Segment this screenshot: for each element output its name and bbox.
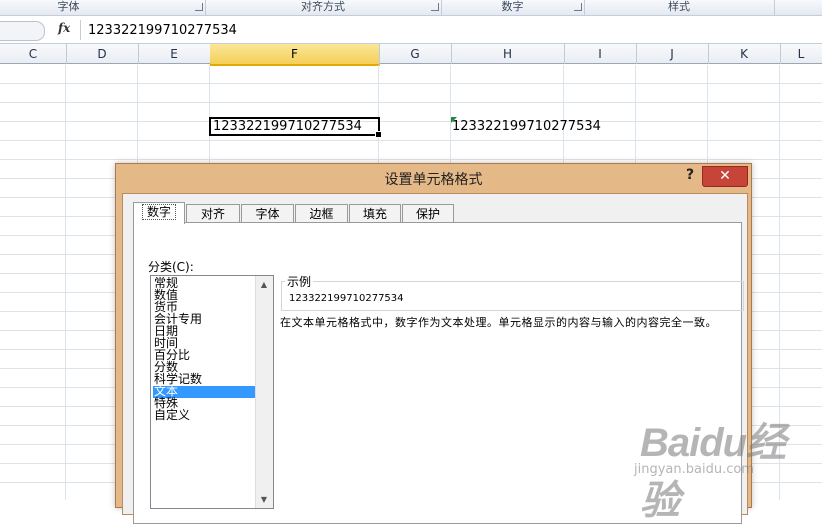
dialog-title: 设置单元格格式 [384, 172, 483, 188]
column-header-g[interactable]: G [379, 44, 452, 64]
formula-input[interactable]: 123322199710277534 [88, 23, 237, 38]
insert-function-icon[interactable]: fx [58, 21, 70, 35]
tab-border[interactable]: 边框 [295, 204, 348, 223]
ribbon-group-number: 数字 [441, 0, 585, 16]
category-list[interactable]: 常规 数值 货币 会计专用 日期 时间 百分比 分数 科学记数 文本 特殊 自定… [150, 275, 274, 509]
column-header-f[interactable]: F [210, 44, 380, 66]
tab-font[interactable]: 字体 [241, 204, 294, 223]
column-header-i[interactable]: I [564, 44, 637, 64]
ribbon-group-font: 字体 [0, 0, 206, 16]
column-header-j[interactable]: J [636, 44, 709, 64]
font-dialog-launcher-icon[interactable] [195, 3, 203, 11]
ribbon-group-font-label: 字体 [57, 0, 80, 13]
active-cell-f[interactable]: 123322199710277534 [209, 117, 382, 138]
ribbon-group-strip: 字体 对齐方式 数字 样式 [0, 0, 822, 16]
formula-bar-divider [80, 20, 81, 40]
baidu-jingyan-watermark: Baidu经验 jingyan.baidu.com [634, 410, 815, 523]
tab-protection[interactable]: 保护 [402, 204, 454, 223]
tab-fill[interactable]: 填充 [349, 204, 401, 223]
column-header-d[interactable]: D [66, 44, 139, 64]
ribbon-group-number-label: 数字 [501, 0, 524, 13]
ribbon-group-styles-label: 样式 [668, 0, 690, 13]
number-dialog-launcher-icon[interactable] [574, 3, 582, 11]
watermark-url: jingyan.baidu.com [634, 462, 754, 477]
tab-alignment[interactable]: 对齐 [186, 204, 240, 223]
tab-number[interactable]: 数字 [133, 202, 185, 224]
sample-legend: 示例 [285, 273, 314, 290]
close-button[interactable]: ✕ [702, 166, 748, 187]
formula-bar: fx 123322199710277534 [0, 16, 822, 44]
format-description: 在文本单元格格式中，数字作为文本处理。单元格显示的内容与输入的内容完全一致。 [280, 316, 717, 329]
tab-number-label: 数字 [141, 204, 176, 220]
cell-f-value: 123322199710277534 [213, 119, 362, 134]
ribbon-group-styles: 样式 [584, 0, 775, 16]
category-label: 分类(C): [148, 260, 194, 274]
column-header-e[interactable]: E [138, 44, 211, 64]
help-button[interactable]: ? [682, 167, 698, 185]
name-box[interactable] [0, 21, 45, 41]
ribbon-group-alignment: 对齐方式 [205, 0, 442, 16]
category-scrollbar[interactable]: ▲ ▼ [255, 276, 273, 508]
scroll-up-icon[interactable]: ▲ [256, 276, 272, 293]
column-header-k[interactable]: K [708, 44, 781, 64]
column-header-c[interactable]: C [0, 44, 67, 64]
alignment-dialog-launcher-icon[interactable] [431, 3, 439, 11]
column-header-row: C D E F G H I J K L [0, 44, 822, 66]
ribbon-group-alignment-label: 对齐方式 [301, 0, 345, 13]
column-header-l[interactable]: L [780, 44, 822, 64]
cell-h-value[interactable]: 123322199710277534 [452, 119, 601, 134]
sample-value: 123322199710277534 [289, 293, 404, 304]
column-header-h[interactable]: H [451, 44, 565, 64]
category-custom[interactable]: 自定义 [153, 409, 255, 422]
fill-handle[interactable] [375, 131, 382, 138]
